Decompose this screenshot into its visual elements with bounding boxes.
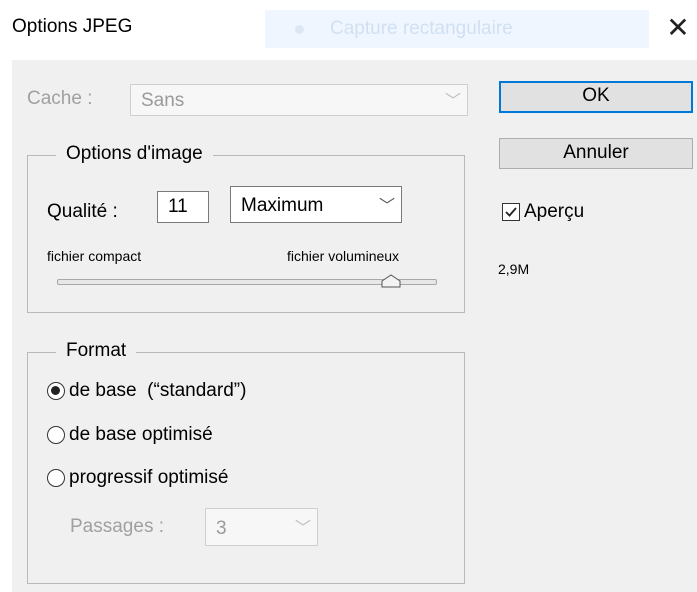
preview-label[interactable]: Aperçu: [524, 201, 584, 223]
chevron-down-icon: ﹀: [378, 197, 395, 215]
quality-input[interactable]: 11: [157, 191, 209, 223]
window-title: Options JPEG: [12, 16, 133, 37]
quality-slider-track[interactable]: [57, 279, 437, 285]
image-options-legend: Options d'image: [56, 143, 213, 165]
ok-button[interactable]: OK: [499, 81, 693, 113]
record-dot-icon: [295, 25, 304, 34]
slider-min-label: fichier compact: [47, 248, 142, 264]
close-icon[interactable]: ✕: [660, 10, 696, 46]
chevron-down-icon: ﹀: [294, 519, 311, 537]
quality-slider-thumb[interactable]: [381, 274, 401, 288]
chevron-down-icon: ﹀: [444, 92, 461, 110]
passes-label: Passages :: [70, 516, 164, 537]
cache-value: Sans: [141, 90, 185, 111]
format-radio-progressive[interactable]: [47, 469, 65, 487]
cancel-button[interactable]: Annuler: [499, 138, 693, 169]
background-window-tab[interactable]: Capture rectangulaire: [265, 10, 649, 48]
quality-label: Qualité :: [47, 201, 118, 222]
cache-label: Cache :: [27, 88, 93, 109]
format-radio-baseline-optimized[interactable]: [47, 426, 65, 444]
check-icon: [505, 207, 517, 217]
format-option-label[interactable]: de base (“standard”): [69, 380, 246, 402]
background-tab-label: Capture rectangulaire: [330, 18, 513, 39]
quality-preset-select[interactable]: Maximum ﹀: [230, 186, 402, 223]
preview-checkbox[interactable]: [502, 203, 520, 221]
passes-value: 3: [216, 518, 227, 539]
slider-max-label: fichier volumineux: [287, 248, 400, 264]
quality-preset-value: Maximum: [241, 195, 324, 216]
passes-select[interactable]: 3 ﹀: [205, 508, 318, 546]
format-radio-baseline-standard[interactable]: [47, 382, 65, 400]
dialog-body: Cache : Sans ﹀ OK Annuler Aperçu 2,9M Op…: [12, 60, 697, 592]
format-option-label[interactable]: progressif optimisé: [69, 467, 228, 489]
title-bar: Options JPEG Capture rectangulaire ✕: [0, 0, 697, 60]
format-legend: Format: [56, 340, 137, 362]
format-option-label[interactable]: de base optimisé: [69, 424, 213, 446]
image-options-group: [27, 155, 465, 313]
cache-select[interactable]: Sans ﹀: [130, 84, 468, 116]
file-size: 2,9M: [498, 261, 530, 277]
